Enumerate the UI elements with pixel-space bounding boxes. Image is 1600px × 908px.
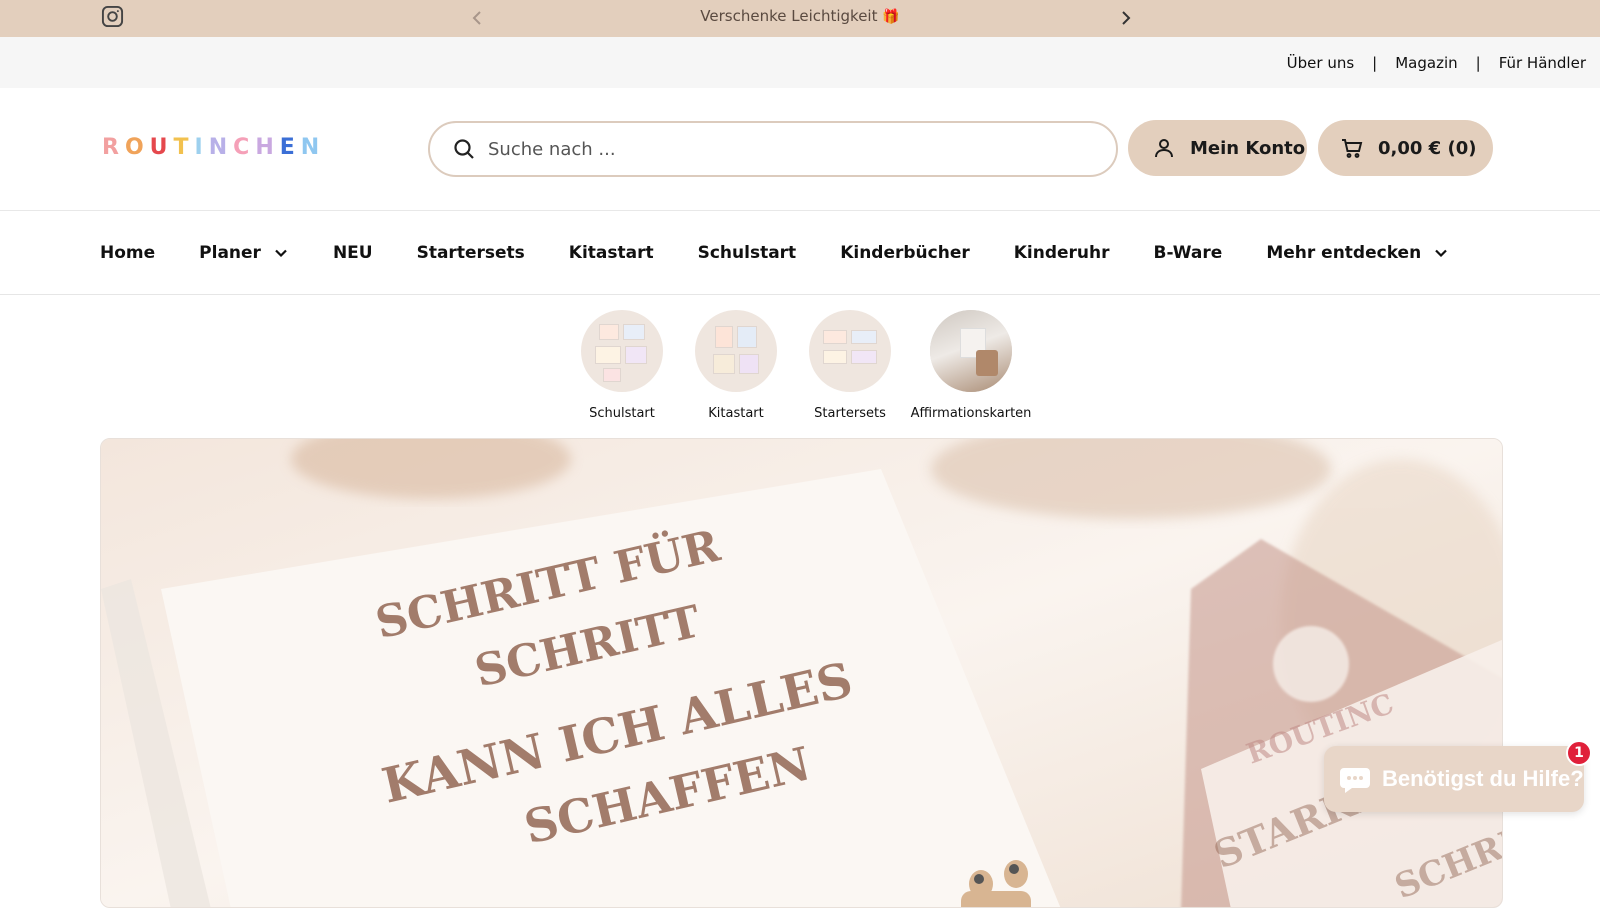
chevron-down-icon	[1435, 249, 1447, 258]
link-fuer-haendler[interactable]: Für Händler	[1499, 54, 1586, 72]
category-label: Schulstart	[589, 406, 655, 421]
nav-item-kitastart[interactable]: Kitastart	[569, 243, 654, 263]
announcement-message: Verschenke Leichtigkeit 🎁	[560, 0, 1040, 37]
nav-item-schulstart[interactable]: Schulstart	[698, 243, 797, 263]
chevron-left-icon[interactable]	[468, 8, 488, 28]
nav-item-label: Planer	[199, 243, 261, 263]
site-header: ROUTINCHEN Mein Konto 0,00 € (0)	[0, 88, 1600, 211]
chevron-down-icon	[275, 249, 287, 258]
logo-letter: O	[124, 135, 150, 160]
category-image	[695, 310, 777, 392]
logo-letter: U	[149, 135, 174, 160]
search-input[interactable]	[488, 131, 1088, 167]
category-image	[930, 310, 1012, 392]
hero-image: SCHRITT FÜR SCHRITT KANN ICH ALLES SCHAF…	[101, 439, 1502, 907]
chat-label: Benötigst du Hilfe?	[1382, 766, 1584, 791]
category-image	[581, 310, 663, 392]
logo-letter: T	[173, 135, 195, 160]
category-shortcuts: Schulstart Kitastart Startersets Affirma…	[0, 310, 1600, 430]
link-separator: |	[1372, 53, 1378, 72]
link-magazin[interactable]: Magazin	[1395, 54, 1457, 72]
nav-item-label: Startersets	[416, 243, 525, 263]
logo-letter: N	[300, 135, 326, 160]
logo-letter: H	[255, 135, 280, 160]
category-label: Startersets	[814, 406, 886, 421]
nav-item-b-ware[interactable]: B-Ware	[1154, 243, 1223, 263]
user-icon	[1155, 139, 1173, 158]
cart-label: 0,00 € (0)	[1378, 137, 1477, 159]
secondary-nav: Über uns | Magazin | Für Händler	[0, 37, 1600, 88]
main-nav: Home Planer NEU Startersets Kitastart Schulst…	[0, 211, 1600, 295]
nav-item-label: B-Ware	[1153, 243, 1223, 263]
category-label: Kitastart	[708, 406, 764, 421]
chat-bubble-icon	[1340, 768, 1370, 793]
notification-badge: 1	[1566, 740, 1592, 766]
category-schulstart[interactable]: Schulstart	[565, 310, 679, 430]
category-image	[809, 310, 891, 392]
nav-item-startersets[interactable]: Startersets	[417, 243, 525, 263]
nav-item-kinderuhr[interactable]: Kinderuhr	[1014, 243, 1110, 263]
gift-icon: 🎁	[882, 9, 900, 25]
hero-banner[interactable]: SCHRITT FÜR SCHRITT KANN ICH ALLES SCHAF…	[100, 438, 1503, 908]
logo-letter: N	[208, 135, 234, 160]
category-affirmationskarten[interactable]: Affirmationskarten	[907, 310, 1035, 430]
search-icon[interactable]	[452, 137, 476, 161]
instagram-icon[interactable]	[101, 5, 124, 28]
category-label: Affirmationskarten	[910, 406, 1032, 421]
account-button[interactable]: Mein Konto	[1128, 120, 1307, 176]
logo-letter: R	[102, 135, 125, 160]
category-kitastart[interactable]: Kitastart	[679, 310, 793, 430]
nav-item-label: Kitastart	[568, 243, 654, 263]
nav-item-planer[interactable]: Planer	[199, 243, 289, 263]
chevron-right-icon[interactable]	[1115, 8, 1135, 28]
chat-widget[interactable]: Benötigst du Hilfe? 1	[1324, 740, 1592, 812]
announcement-text: Verschenke Leichtigkeit	[700, 7, 878, 25]
nav-item-label: Kinderuhr	[1013, 243, 1110, 263]
nav-item-home[interactable]: Home	[100, 243, 155, 263]
logo-letter: E	[279, 135, 301, 160]
nav-item-label: NEU	[332, 243, 373, 263]
nav-item-mehr-entdecken[interactable]: Mehr entdecken	[1266, 243, 1449, 263]
category-startersets[interactable]: Startersets	[793, 310, 907, 430]
cart-icon	[1342, 139, 1363, 158]
link-separator: |	[1475, 53, 1481, 72]
search-bar	[428, 121, 1118, 177]
account-label: Mein Konto	[1190, 137, 1306, 159]
logo-letter: C	[233, 135, 256, 160]
link-ueber-uns[interactable]: Über uns	[1287, 54, 1355, 72]
cart-button[interactable]: 0,00 € (0)	[1318, 120, 1493, 176]
nav-item-label: Mehr entdecken	[1266, 243, 1422, 263]
nav-item-label: Kinderbücher	[840, 243, 970, 263]
announcement-bar: Verschenke Leichtigkeit 🎁	[0, 0, 1600, 37]
nav-item-neu[interactable]: NEU	[333, 243, 373, 263]
nav-item-kinderbücher[interactable]: Kinderbücher	[840, 243, 970, 263]
nav-item-label: Home	[100, 243, 156, 263]
logo[interactable]: ROUTINCHEN	[102, 135, 325, 160]
logo-letter: I	[194, 135, 209, 160]
nav-item-label: Schulstart	[697, 243, 797, 263]
